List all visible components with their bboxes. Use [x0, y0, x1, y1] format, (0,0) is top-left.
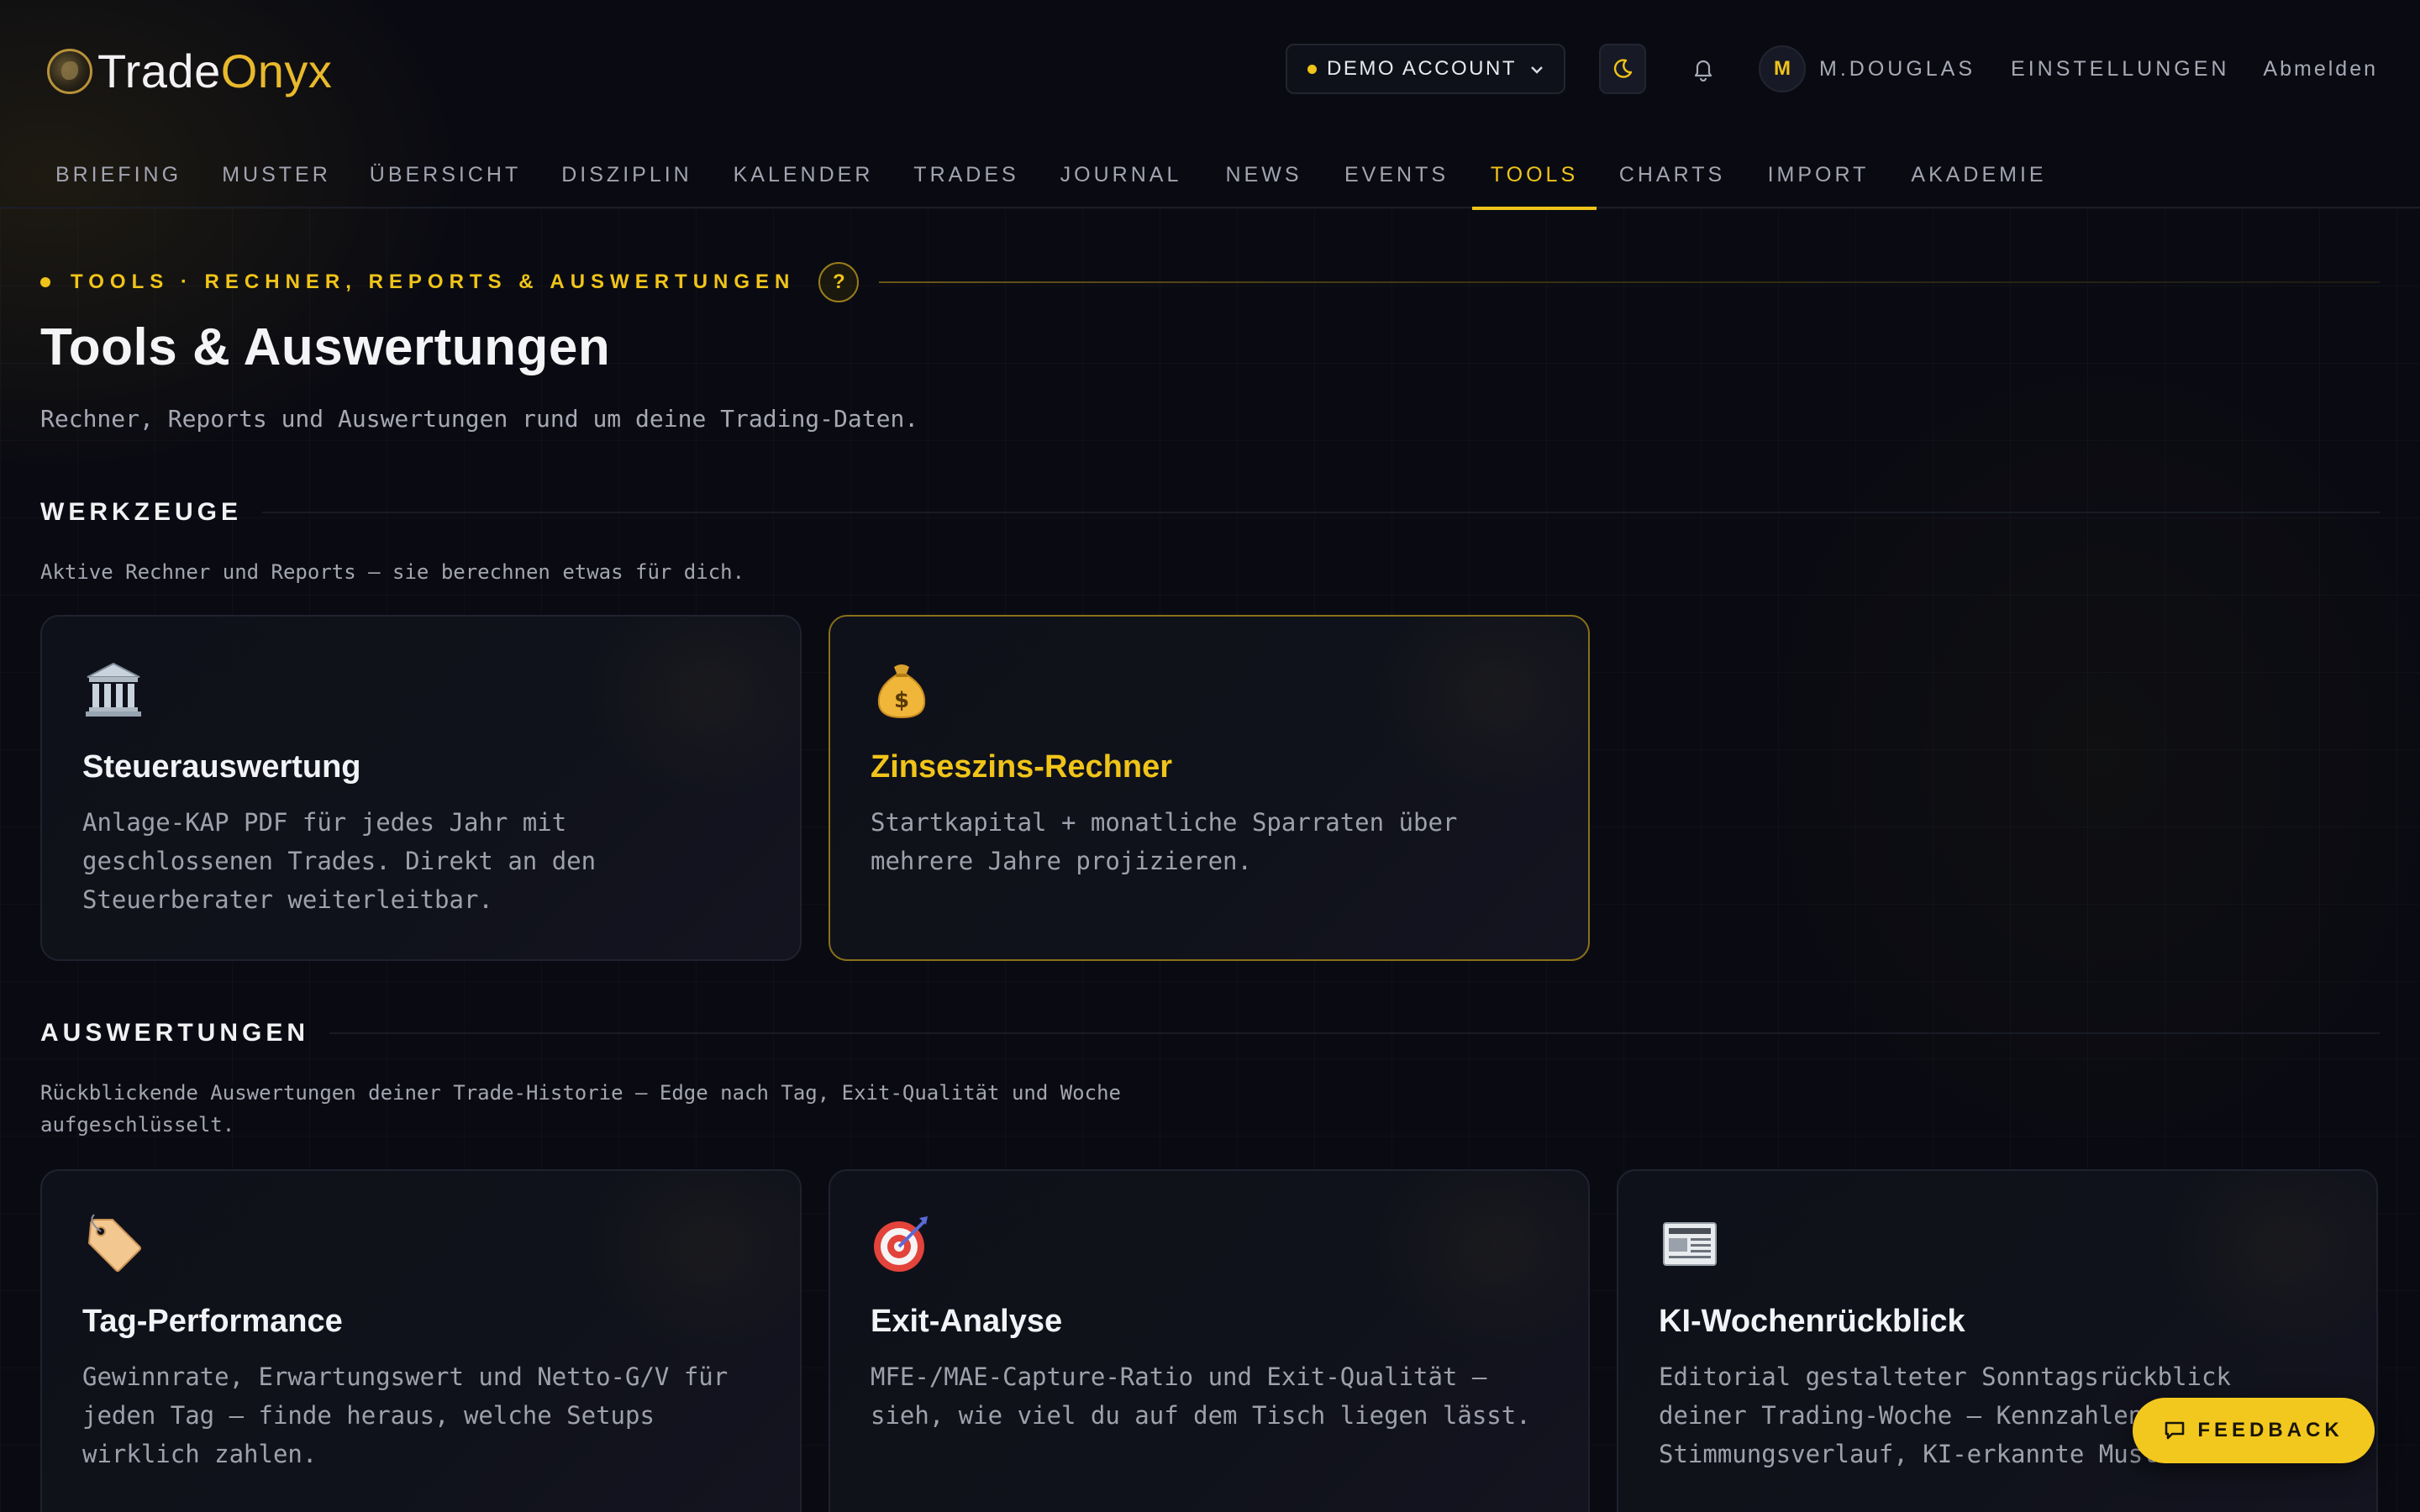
logout-link[interactable]: Abmelden [2263, 57, 2378, 81]
svg-text:$: $ [894, 688, 909, 713]
bank-icon [82, 659, 145, 721]
section-title: AUSWERTUNGEN [40, 1019, 309, 1047]
target-icon [871, 1213, 933, 1275]
nav-item-muster[interactable]: MUSTER [215, 141, 338, 208]
nav-item-events[interactable]: EVENTS [1338, 141, 1455, 208]
card-title: Steuerauswertung [82, 749, 361, 785]
theme-toggle-button[interactable] [1599, 44, 1646, 94]
brand-name: TradeOnyx [97, 42, 332, 101]
nav-item-briefing[interactable]: BRIEFING [40, 141, 197, 208]
nav-item-tools[interactable]: TOOLS [1472, 141, 1597, 210]
nav-item-import[interactable]: IMPORT [1758, 141, 1879, 208]
section-header-werkzeuge: WERKZEUGE [40, 494, 2380, 531]
nav-item-charts[interactable]: CHARTS [1613, 141, 1731, 208]
tool-card-zinseszins-rechner[interactable]: $ Zinseszins-Rechner Startkapital + mona… [829, 615, 1590, 961]
avatar[interactable]: M [1759, 45, 1806, 92]
moon-icon [1613, 59, 1633, 78]
card-description: Gewinnrate, Erwartungswert und Netto-G/V… [82, 1362, 729, 1468]
chat-icon [2165, 1421, 2185, 1440]
page-title: Tools & Auswertungen [40, 318, 611, 376]
section-divider [329, 1032, 2380, 1034]
main-nav: BRIEFING MUSTER ÜBERSICHT DISZIPLIN KALE… [0, 141, 2420, 210]
account-switcher[interactable]: DEMO ACCOUNT [1285, 44, 1565, 94]
nav-item-journal[interactable]: JOURNAL [1052, 141, 1190, 208]
brand-name-part1: Trade [97, 45, 221, 97]
section-description: Aktive Rechner und Reports — sie berechn… [40, 560, 745, 584]
header-actions: DEMO ACCOUNT M M.DOUGLAS EINSTELLUNGEN A… [1285, 44, 2378, 94]
nav-item-akademie[interactable]: AKADEMIE [1904, 141, 2054, 208]
nav-item-uebersicht[interactable]: ÜBERSICHT [361, 141, 529, 208]
account-status-dot [1307, 64, 1317, 74]
page-eyebrow: TOOLS · RECHNER, REPORTS & AUSWERTUNGEN … [40, 262, 2380, 302]
tag-icon [82, 1213, 145, 1275]
bell-icon [1694, 60, 1712, 81]
card-description: Anlage-KAP PDF für jedes Jahr mit geschl… [82, 808, 597, 914]
feedback-button[interactable]: FEEDBACK [2133, 1398, 2375, 1463]
card-description: Startkapital + monatliche Sparraten über… [871, 808, 1458, 875]
help-button[interactable]: ? [818, 262, 860, 302]
section-description: Rückblickende Auswertungen deiner Trade-… [40, 1081, 1121, 1137]
chevron-down-icon [1530, 58, 1544, 80]
card-title: Tag-Performance [82, 1304, 343, 1339]
notifications-button[interactable] [1680, 44, 1727, 94]
card-description: MFE-/MAE-Capture-Ratio und Exit-Qualität… [871, 1362, 1531, 1430]
tool-card-steuerauswertung[interactable]: Steuerauswertung Anlage-KAP PDF für jede… [40, 615, 802, 961]
eyebrow-divider [879, 281, 2380, 283]
section-divider [262, 512, 2380, 513]
account-label: DEMO ACCOUNT [1326, 57, 1517, 80]
user-name-link[interactable]: M.DOUGLAS [1819, 57, 1975, 81]
top-header: TradeOnyx DEMO ACCOUNT M M.DOUGLAS EINST… [0, 0, 2420, 141]
newspaper-icon [1659, 1213, 1721, 1275]
nav-item-kalender[interactable]: KALENDER [724, 141, 882, 208]
section-header-auswertungen: AUSWERTUNGEN [40, 1015, 2380, 1052]
report-card-tag-performance[interactable]: Tag-Performance Gewinnrate, Erwartungswe… [40, 1169, 802, 1512]
nav-item-trades[interactable]: TRADES [908, 141, 1025, 208]
card-title: Zinseszins-Rechner [871, 749, 1172, 785]
card-title: Exit-Analyse [871, 1304, 1063, 1339]
money-bag-icon: $ [871, 659, 933, 721]
brand-name-part2: Onyx [220, 45, 333, 97]
settings-link[interactable]: EINSTELLUNGEN [2011, 57, 2229, 81]
section-title: WERKZEUGE [40, 498, 242, 526]
report-card-exit-analyse[interactable]: Exit-Analyse MFE-/MAE-Capture-Ratio und … [829, 1169, 1590, 1512]
feedback-label: FEEDBACK [2197, 1419, 2344, 1441]
brand-logo[interactable]: TradeOnyx [47, 42, 332, 101]
eyebrow-text: TOOLS · RECHNER, REPORTS & AUSWERTUNGEN [71, 270, 796, 293]
eyebrow-dot [40, 277, 50, 287]
nav-item-disziplin[interactable]: DISZIPLIN [553, 141, 701, 208]
card-title: KI-Wochenrückblick [1659, 1304, 1965, 1339]
page-subtitle: Rechner, Reports und Auswertungen rund u… [40, 405, 919, 433]
logo-mark-icon [47, 49, 92, 94]
nav-item-news[interactable]: NEWS [1217, 141, 1311, 208]
